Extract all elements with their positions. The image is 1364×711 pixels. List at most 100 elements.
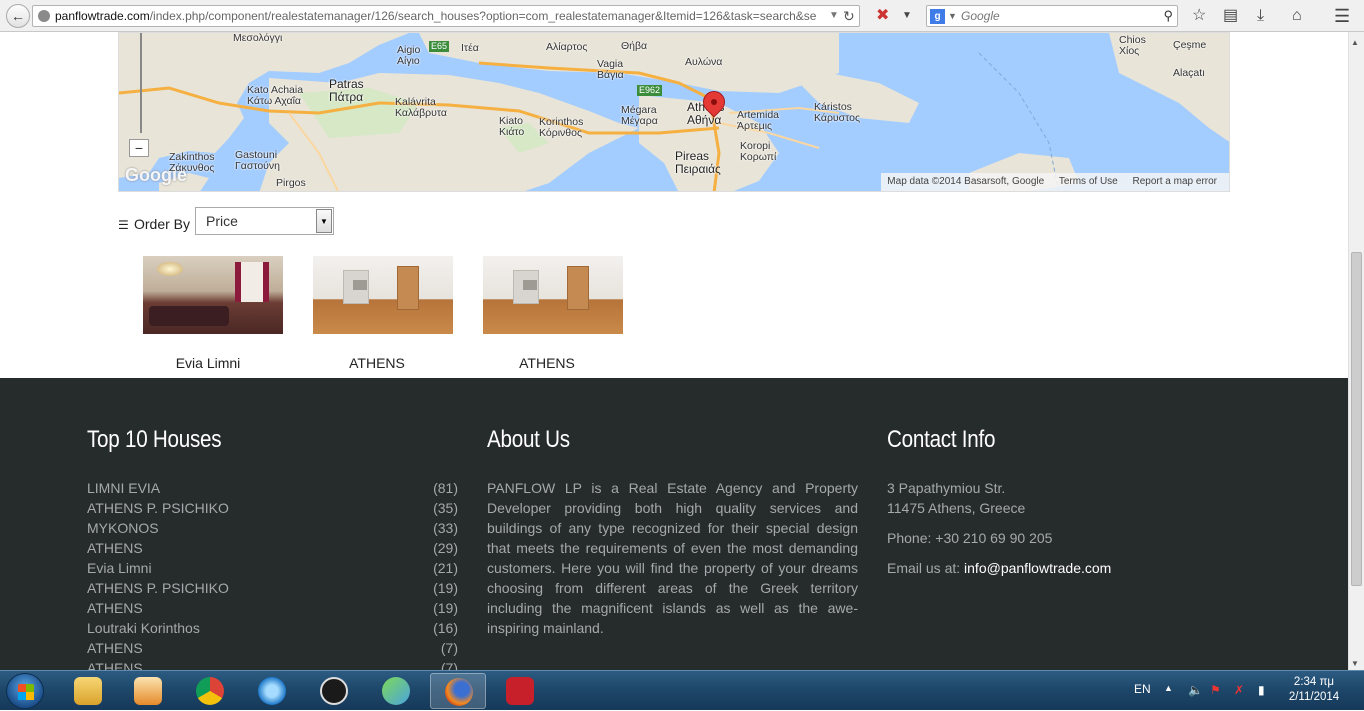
- email-row: Email us at: info@panflowtrade.com: [887, 558, 1287, 578]
- clock-time: 2:34 πμ: [1293, 676, 1335, 688]
- addon-block-icon[interactable]: ✖: [876, 7, 889, 25]
- map-label-aigio: Aigio Αίγιο: [397, 44, 421, 67]
- engine-dropdown-icon[interactable]: ▼: [948, 6, 957, 26]
- volume-icon[interactable]: 🔈: [1188, 683, 1203, 697]
- list-item[interactable]: ATHENS P. PSICHIKO (35): [87, 498, 458, 518]
- google-engine-icon[interactable]: g: [930, 9, 945, 24]
- road-sign-e962: E962: [637, 85, 663, 96]
- taskbar-sketchup[interactable]: [492, 673, 548, 709]
- map-label-koropi: Koropi Κορωπί: [740, 140, 777, 163]
- listing-caption[interactable]: Evia Limni: [138, 355, 278, 371]
- top-houses-title: Top 10 Houses: [87, 426, 222, 453]
- start-button[interactable]: [6, 673, 44, 709]
- search-input[interactable]: Google: [961, 6, 1000, 26]
- network-error-icon[interactable]: ✗: [1234, 683, 1244, 697]
- email-link[interactable]: info@panflowtrade.com: [964, 560, 1111, 576]
- search-magnifier-icon[interactable]: ⚲: [1163, 6, 1173, 26]
- signal-icon[interactable]: ▮: [1258, 683, 1265, 697]
- listing-card[interactable]: ATHENS: [483, 256, 623, 371]
- listing-photo[interactable]: [143, 256, 283, 334]
- contact-info-title: Contact Info: [887, 426, 996, 453]
- address-line-1: 3 Papathymiou Str.: [887, 480, 1006, 496]
- list-item[interactable]: LIMNI EVIA (81): [87, 478, 458, 498]
- taskbar-messenger[interactable]: [368, 673, 424, 709]
- map-label-avlona: Αυλώνα: [685, 56, 723, 68]
- menu-icon[interactable]: ☰: [1334, 7, 1350, 25]
- zoom-out-button[interactable]: −: [129, 139, 149, 157]
- bookmark-star-icon[interactable]: ☆: [1192, 7, 1206, 25]
- map-label-kalavrita: Kalávrita Καλάβρυτα: [395, 96, 447, 119]
- map-label-thiva: Θήβα: [621, 40, 648, 52]
- order-by-label: Order By: [134, 216, 191, 232]
- map-label-megara: Mégara Μέγαρα: [621, 104, 658, 127]
- top-houses-list: LIMNI EVIA (81) ATHENS P. PSICHIKO (35) MY…: [87, 478, 458, 670]
- url-history-dropdown-icon[interactable]: ▼: [829, 6, 839, 26]
- order-by-select[interactable]: Price ▼: [195, 207, 334, 235]
- scroll-up-icon[interactable]: ▲: [1351, 38, 1359, 47]
- folder-icon: [74, 677, 102, 705]
- map-label-zakinthos: Zakinthos Ζάκυνθος: [169, 151, 215, 174]
- security-alert-icon[interactable]: ⚑: [1210, 683, 1221, 697]
- show-hidden-icons-icon[interactable]: ▲: [1164, 683, 1173, 693]
- search-bar[interactable]: g ▼ Google ⚲: [926, 5, 1178, 27]
- map-label-korinthos: Korinthos Κόρινθος: [539, 116, 584, 139]
- map-attribution: Map data ©2014 Basarsoft, Google: [887, 176, 1045, 187]
- addon-dropdown-icon[interactable]: ▼: [902, 7, 912, 25]
- map-label-vagia: Vagia Βάγια: [597, 58, 624, 81]
- page-scrollbar[interactable]: ▲ ▼: [1348, 32, 1364, 670]
- list-item[interactable]: ATHENS (29): [87, 538, 458, 558]
- map[interactable]: − Google Μεσολόγγι Aigio Αίγιο Ιτέα Αλίαρ…: [118, 32, 1230, 192]
- map-label-chios: Chios Χίος: [1119, 34, 1146, 57]
- email-label: Email us at:: [887, 560, 961, 576]
- list-item[interactable]: ATHENS (7): [87, 638, 458, 658]
- list-item[interactable]: MYKONOS (33): [87, 518, 458, 538]
- reload-icon[interactable]: ↻: [843, 6, 855, 26]
- about-us-text: PANFLOW LP is a Real Estate Agency and P…: [487, 480, 858, 636]
- map-attribution-bar: Map data ©2014 Basarsoft, Google Terms o…: [881, 173, 1229, 191]
- firefox-icon: [445, 678, 473, 706]
- scroll-down-icon[interactable]: ▼: [1351, 659, 1359, 668]
- list-item[interactable]: ATHENS (19): [87, 598, 458, 618]
- map-label-patras: Patras Πάτρα: [329, 77, 364, 104]
- listing-caption[interactable]: ATHENS: [477, 355, 617, 371]
- taskbar-internet-explorer[interactable]: [244, 673, 300, 709]
- windows-logo-icon: [18, 684, 34, 700]
- contact-info: 3 Papathymiou Str. 11475 Athens, Greece …: [887, 478, 1287, 578]
- listing-caption[interactable]: ATHENS: [307, 355, 447, 371]
- report-map-error-link[interactable]: Report a map error: [1133, 176, 1217, 187]
- listing-photo[interactable]: [483, 256, 623, 334]
- home-icon[interactable]: ⌂: [1292, 7, 1302, 25]
- taskbar-media-player[interactable]: [120, 673, 176, 709]
- language-indicator[interactable]: EN: [1134, 682, 1151, 696]
- scrollbar-thumb[interactable]: [1351, 252, 1362, 586]
- list-item[interactable]: ATHENS P. PSICHIKO (19): [87, 578, 458, 598]
- address-bar[interactable]: panflowtrade.com/index.php/component/rea…: [32, 5, 860, 27]
- map-label-gastouni: Gastouni Γαστούνη: [235, 149, 281, 172]
- list-item[interactable]: ATHENS (7): [87, 658, 458, 670]
- listing-photo[interactable]: [313, 256, 453, 334]
- back-arrow-icon[interactable]: ←: [6, 4, 30, 28]
- taskbar-chrome[interactable]: [182, 673, 238, 709]
- list-item[interactable]: Evia Limni (21): [87, 558, 458, 578]
- media-player-icon: [134, 677, 162, 705]
- listing-card[interactable]: ATHENS: [313, 256, 453, 371]
- map-label-pireas: Pireas Πειραιάς: [675, 149, 721, 176]
- taskbar-explorer[interactable]: [60, 673, 116, 709]
- select-dropdown-icon[interactable]: ▼: [316, 209, 332, 233]
- windows-taskbar: EN ▲ 🔈 ⚑ ✗ ▮ 2:34 πμ 2/11/2014: [0, 670, 1364, 710]
- map-label-kato-achaia: Kato Achaia Κάτω Αχαΐα: [247, 84, 304, 107]
- terms-of-use-link[interactable]: Terms of Use: [1059, 176, 1118, 187]
- clock-date: 2/11/2014: [1288, 691, 1340, 703]
- list-item[interactable]: Loutraki Korinthos (16): [87, 618, 458, 638]
- zoom-slider-track[interactable]: [140, 33, 142, 133]
- internet-explorer-icon: [258, 677, 286, 705]
- taskbar-clock[interactable]: 2:34 πμ 2/11/2014: [1276, 675, 1352, 705]
- site-footer: Top 10 Houses LIMNI EVIA (81) ATHENS P. P…: [0, 378, 1348, 670]
- downloads-icon[interactable]: ⤓: [1257, 7, 1264, 25]
- taskbar-hp[interactable]: [306, 673, 362, 709]
- bookmarks-menu-icon[interactable]: ▤: [1223, 7, 1238, 25]
- listing-card[interactable]: Evia Limni: [143, 256, 283, 371]
- hp-icon: [320, 677, 348, 705]
- map-label-itea: Ιτέα: [461, 42, 479, 54]
- taskbar-firefox[interactable]: [430, 673, 486, 709]
